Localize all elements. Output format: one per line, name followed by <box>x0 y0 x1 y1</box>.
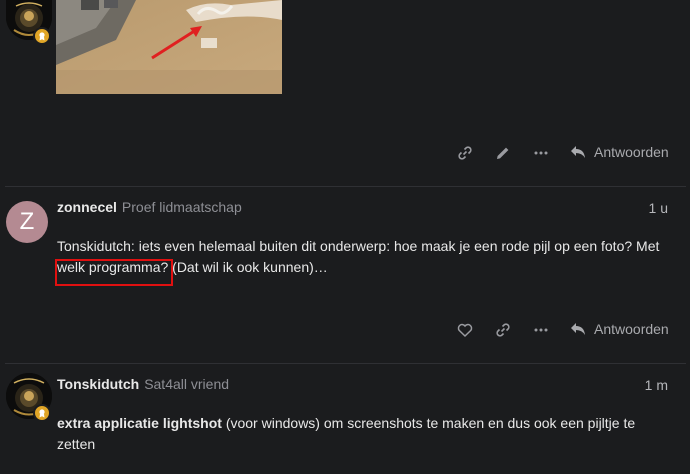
more-button[interactable] <box>529 320 553 340</box>
copy-link-button[interactable] <box>453 143 477 163</box>
post-text-rest: (voor windows) om screenshots te maken e… <box>221 415 636 431</box>
post-text-line: zetten <box>57 436 96 452</box>
post-text-line: Tonskidutch: iets even helemaal buiten d… <box>57 238 660 254</box>
bold-text: extra applicatie lightshot <box>57 415 222 431</box>
pencil-icon <box>497 147 509 159</box>
ellipsis-icon <box>534 328 548 332</box>
post-time[interactable]: 1 u <box>649 200 668 216</box>
edit-button[interactable] <box>491 143 515 163</box>
red-highlight-box <box>55 259 173 286</box>
post-username[interactable]: zonnecel <box>57 199 117 215</box>
reply-icon <box>571 146 585 158</box>
reply-icon <box>571 323 585 335</box>
post-username[interactable]: Tonskidutch <box>57 376 139 392</box>
post-text-rest: (Dat wil ik ook kunnen)… <box>168 259 328 275</box>
link-icon <box>496 323 510 337</box>
link-icon <box>458 146 472 160</box>
avatar-zonnecel[interactable]: Z <box>6 201 48 243</box>
avatar-letter: Z <box>19 208 35 235</box>
user-title: Sat4all vriend <box>144 376 230 392</box>
post-body: extra applicatie lightshot (voor windows… <box>57 413 677 455</box>
copy-link-button[interactable] <box>491 320 515 340</box>
post-time[interactable]: 1 m <box>645 377 668 393</box>
ellipsis-icon <box>534 151 548 155</box>
reply-button[interactable]: Antwoorden <box>570 321 669 337</box>
reply-button[interactable]: Antwoorden <box>570 144 669 160</box>
reply-label: Antwoorden <box>594 144 669 160</box>
member-badge-icon <box>33 404 51 422</box>
post-divider <box>5 363 686 364</box>
like-button[interactable] <box>453 320 477 340</box>
post-image[interactable] <box>56 0 282 94</box>
user-title: Proef lidmaatschap <box>121 199 242 215</box>
reply-label: Antwoorden <box>594 321 669 337</box>
heart-icon <box>457 323 473 338</box>
post-divider <box>5 186 686 187</box>
member-badge-icon <box>33 27 51 45</box>
more-button[interactable] <box>529 143 553 163</box>
